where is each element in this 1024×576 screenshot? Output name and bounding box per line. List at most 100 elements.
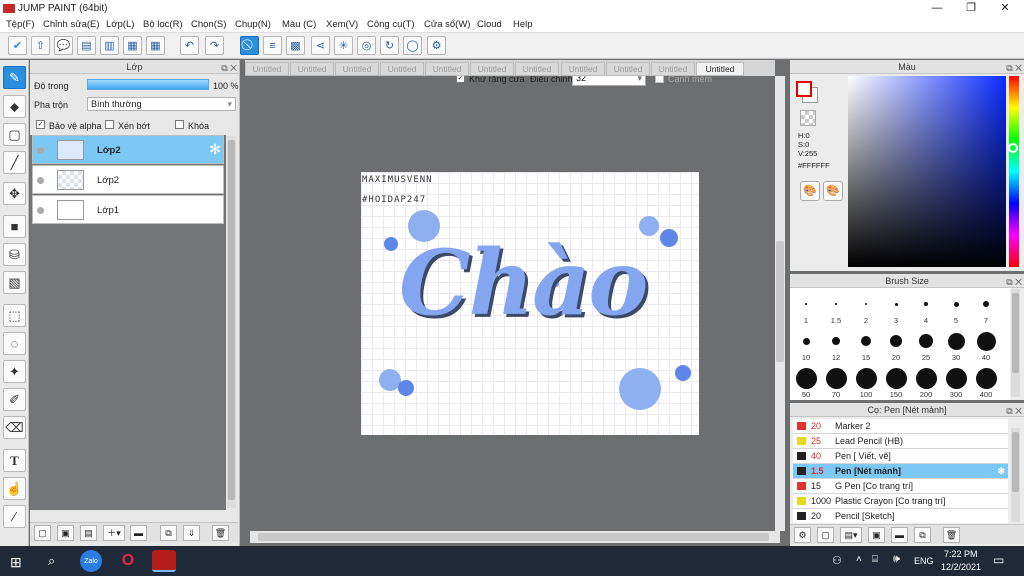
- panel-window-icons[interactable]: ⧉ ✕: [221, 61, 237, 75]
- language-indicator[interactable]: ENG: [914, 556, 934, 566]
- select-pen-tool-icon[interactable]: ✐: [3, 388, 26, 411]
- speech-bubble-icon[interactable]: 💬: [54, 36, 73, 55]
- folder-icon[interactable]: ▬: [130, 525, 147, 541]
- new-brush-icon[interactable]: ▢: [817, 527, 834, 543]
- settings-ruler-icon[interactable]: ⚙: [427, 36, 446, 55]
- menu-cloud[interactable]: Cloud: [477, 19, 502, 30]
- page-icon[interactable]: ▦: [123, 36, 142, 55]
- tab-document[interactable]: Untitled: [290, 62, 334, 76]
- comment-icon[interactable]: ▤: [77, 36, 96, 55]
- layer-list-scrollbar[interactable]: [227, 136, 236, 508]
- brush-duplicate-icon[interactable]: ⧉: [914, 527, 931, 543]
- bucket-tool-icon[interactable]: ⛁: [3, 243, 26, 266]
- brush-size-dot[interactable]: [894, 302, 898, 306]
- brush-preset-item[interactable]: 40 Pen [ Viết, vẽ]: [793, 449, 1008, 464]
- copy-layer-icon[interactable]: ▤: [80, 525, 97, 541]
- brush-size-dot[interactable]: [976, 331, 996, 351]
- layer-row-1[interactable]: Lớp2 ✻: [32, 135, 224, 164]
- notifications-icon[interactable]: ▭: [993, 553, 1004, 567]
- menu-file[interactable]: Tệp(F): [6, 19, 35, 30]
- brush-size-dot[interactable]: [861, 336, 871, 346]
- color-picker-icon[interactable]: 🎨: [823, 181, 843, 201]
- brush-size-dot[interactable]: [953, 301, 959, 307]
- panel-window-icons[interactable]: ⧉ ✕: [1006, 275, 1022, 289]
- menu-window[interactable]: Cửa sổ(W): [424, 19, 470, 30]
- brush-size-dot[interactable]: [945, 367, 967, 389]
- layer-row-2[interactable]: Lớp2: [32, 165, 224, 194]
- gear-icon[interactable]: ✻: [997, 464, 1005, 478]
- merge-icon[interactable]: ⇓: [183, 525, 200, 541]
- close-icon[interactable]: ✕: [988, 0, 1022, 17]
- brush-preset-item[interactable]: 20 Pencil [Sketch]: [793, 509, 1008, 523]
- pen-list-scrollbar[interactable]: [1011, 428, 1020, 522]
- new-text-layer-icon[interactable]: ▣: [57, 525, 74, 541]
- export-icon[interactable]: ⇧: [31, 36, 50, 55]
- windows-start-icon[interactable]: ⊞: [10, 554, 22, 571]
- brush-trash-icon[interactable]: 🗑: [943, 527, 960, 543]
- menu-help[interactable]: Help: [513, 19, 533, 30]
- drawing-canvas[interactable]: MAXIMUSVENN #HOIDAP247 Chào: [361, 172, 699, 435]
- hand-tool-icon[interactable]: ☝: [3, 477, 26, 500]
- brush-tool-icon[interactable]: ✎: [3, 66, 26, 89]
- brush-size-dot[interactable]: [947, 332, 965, 350]
- brush-preset-item[interactable]: 1.5 Pen [Nét mảnh] ✻: [793, 464, 1008, 479]
- brush-size-dot[interactable]: [919, 334, 933, 348]
- tab-document[interactable]: Untitled: [606, 62, 650, 76]
- menu-tools[interactable]: Công cụ(T): [367, 19, 415, 30]
- search-icon[interactable]: ⌕: [48, 553, 55, 569]
- clip-checkbox[interactable]: [105, 120, 114, 129]
- check-icon[interactable]: ✔: [8, 36, 27, 55]
- clock-time[interactable]: 7:22 PM: [944, 549, 978, 559]
- brush-size-dot[interactable]: [924, 302, 928, 306]
- jump-paint-app-icon[interactable]: [152, 550, 176, 572]
- canvas-vertical-scrollbar[interactable]: [775, 76, 785, 531]
- tab-document[interactable]: Untitled: [335, 62, 379, 76]
- panel-window-icons[interactable]: ⧉ ✕: [1006, 404, 1022, 418]
- menu-capture[interactable]: Chụp(N): [235, 19, 271, 30]
- brush-size-dot[interactable]: [865, 303, 867, 305]
- menu-select[interactable]: Chọn(S): [191, 19, 226, 30]
- lock-checkbox[interactable]: [175, 120, 184, 129]
- brush-size-dot[interactable]: [885, 367, 907, 389]
- minimize-icon[interactable]: —: [920, 0, 954, 17]
- rectangle-tool-icon[interactable]: ▢: [3, 123, 26, 146]
- undo-icon[interactable]: ↶: [180, 36, 199, 55]
- parallel-ruler-icon[interactable]: ≡: [263, 36, 282, 55]
- grid-ruler-icon[interactable]: ▩: [286, 36, 305, 55]
- fill-rect-tool-icon[interactable]: ■: [3, 215, 26, 238]
- brush-size-dot[interactable]: [890, 335, 902, 347]
- add-layer-menu-icon[interactable]: ＋▾: [103, 525, 125, 541]
- grid-icon[interactable]: ▦: [146, 36, 165, 55]
- saturation-value-picker[interactable]: [848, 76, 1006, 267]
- opera-app-icon[interactable]: O: [116, 550, 140, 572]
- transparent-color-swatch[interactable]: [800, 110, 816, 126]
- curve-ruler-icon[interactable]: ↻: [380, 36, 399, 55]
- gear-icon[interactable]: ✻: [209, 141, 221, 158]
- brush-size-dot[interactable]: [805, 303, 807, 305]
- new-layer-icon[interactable]: ▢: [34, 525, 51, 541]
- no-ruler-icon[interactable]: ⃠: [240, 36, 259, 55]
- brush-preset-item[interactable]: 15 G Pen [Co trang trí]: [793, 479, 1008, 494]
- brush-size-dot[interactable]: [795, 367, 817, 389]
- foreground-color-swatch[interactable]: [796, 81, 812, 97]
- menu-edit[interactable]: Chỉnh sửa(E): [43, 19, 100, 30]
- select-eraser-tool-icon[interactable]: ⌫: [3, 416, 26, 439]
- brush-size-dot[interactable]: [825, 367, 847, 389]
- brush-size-dot[interactable]: [975, 367, 997, 389]
- network-icon[interactable]: ⌸: [872, 554, 878, 565]
- ellipse-ruler-icon[interactable]: ◯: [403, 36, 422, 55]
- menu-filter[interactable]: Bộ lọc(R): [143, 19, 183, 30]
- brush-folder-icon[interactable]: ▬: [891, 527, 908, 543]
- tab-document[interactable]: Untitled: [380, 62, 424, 76]
- radial-ruler-icon[interactable]: ✳: [334, 36, 353, 55]
- tab-document[interactable]: Untitled: [245, 62, 289, 76]
- zalo-app-icon[interactable]: Zalo: [80, 550, 102, 572]
- people-icon[interactable]: ⚇: [832, 554, 842, 567]
- menu-view[interactable]: Xem(V): [326, 19, 358, 30]
- tab-document[interactable]: Untitled: [651, 62, 695, 76]
- eyedropper-tool-icon[interactable]: ⁄: [3, 505, 26, 528]
- tab-document[interactable]: Untitled: [425, 62, 469, 76]
- panel-window-icons[interactable]: ⧉ ✕: [1006, 61, 1022, 75]
- volume-icon[interactable]: 🕪: [893, 553, 900, 566]
- duplicate-icon[interactable]: ⧉: [160, 525, 177, 541]
